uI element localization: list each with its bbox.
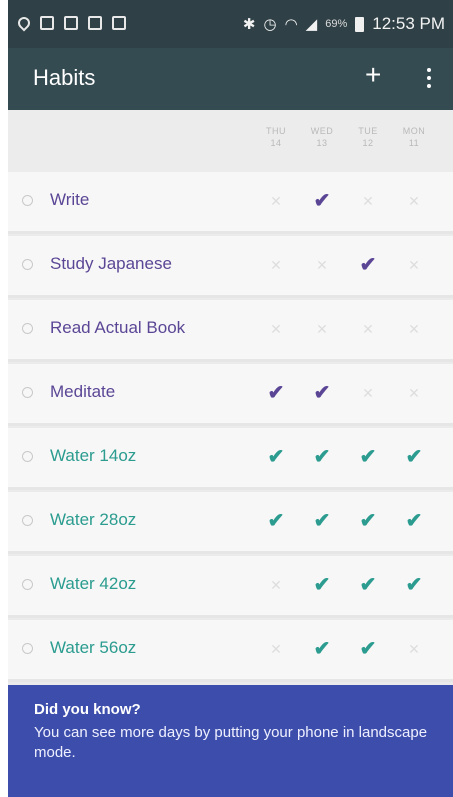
habit-name[interactable]: Water 56oz bbox=[50, 638, 136, 658]
battery-icon bbox=[355, 16, 365, 32]
phone-screen: ✱ ◷ ◠ ◢ 69% 12:53 PM Habits + THU 14 WED 13… bbox=[8, 0, 453, 797]
check-icon[interactable]: ✔ bbox=[300, 381, 344, 405]
habit-score-ring-icon bbox=[22, 259, 33, 270]
check-icon[interactable]: ✔ bbox=[346, 509, 390, 533]
cross-icon[interactable]: ✕ bbox=[254, 573, 298, 597]
habit-row[interactable]: Meditate ✔ ✔ ✕ ✕ bbox=[8, 364, 453, 426]
habit-score-ring-icon bbox=[22, 515, 33, 526]
habit-score-ring-icon bbox=[22, 579, 33, 590]
day-date: 13 bbox=[316, 138, 328, 148]
habit-score-ring-icon bbox=[22, 195, 33, 206]
check-icon[interactable]: ✔ bbox=[254, 445, 298, 469]
habit-row[interactable]: Write ✕ ✔ ✕ ✕ bbox=[8, 172, 453, 234]
wifi-icon: ◠ bbox=[284, 16, 298, 33]
habit-score-ring-icon bbox=[22, 387, 33, 398]
tip-body: You can see more days by putting your ph… bbox=[34, 724, 428, 761]
day-date: 12 bbox=[362, 138, 374, 148]
cross-icon[interactable]: ✕ bbox=[392, 381, 436, 405]
habit-name[interactable]: Water 42oz bbox=[50, 574, 136, 594]
day-date: 14 bbox=[270, 138, 282, 148]
battery-percent: 69% bbox=[325, 18, 348, 30]
check-icon[interactable]: ✔ bbox=[254, 509, 298, 533]
app-icon bbox=[112, 16, 126, 30]
cross-icon[interactable]: ✕ bbox=[346, 317, 390, 341]
notification-icons bbox=[15, 14, 126, 32]
check-icon[interactable]: ✔ bbox=[346, 637, 390, 661]
check-icon[interactable]: ✔ bbox=[300, 445, 344, 469]
habit-name[interactable]: Water 14oz bbox=[50, 446, 136, 466]
cross-icon[interactable]: ✕ bbox=[392, 189, 436, 213]
check-icon[interactable]: ✔ bbox=[300, 509, 344, 533]
check-icon[interactable]: ✔ bbox=[346, 253, 390, 277]
habit-score-ring-icon bbox=[22, 643, 33, 654]
habit-score-ring-icon bbox=[22, 451, 33, 462]
cross-icon[interactable]: ✕ bbox=[392, 253, 436, 277]
habit-row[interactable]: Water 56oz ✕ ✔ ✔ ✕ bbox=[8, 620, 453, 682]
cross-icon[interactable]: ✕ bbox=[254, 253, 298, 277]
cross-icon[interactable]: ✕ bbox=[300, 253, 344, 277]
cross-icon[interactable]: ✕ bbox=[392, 317, 436, 341]
habit-name[interactable]: Study Japanese bbox=[50, 254, 172, 274]
habit-row[interactable]: Water 28oz ✔ ✔ ✔ ✔ bbox=[8, 492, 453, 554]
day-name: MON bbox=[402, 126, 426, 136]
check-icon[interactable]: ✔ bbox=[300, 573, 344, 597]
cross-icon[interactable]: ✕ bbox=[346, 381, 390, 405]
clock: 12:53 PM bbox=[372, 14, 445, 33]
cross-icon[interactable]: ✕ bbox=[254, 317, 298, 341]
check-icon[interactable]: ✔ bbox=[392, 445, 436, 469]
day-date: 11 bbox=[408, 138, 420, 148]
card-icon bbox=[64, 16, 78, 30]
system-icons: ✱ ◷ ◠ ◢ 69% 12:53 PM bbox=[243, 14, 445, 34]
gallery-icon bbox=[88, 16, 102, 30]
habit-name[interactable]: Write bbox=[50, 190, 89, 210]
day-name: TUE bbox=[358, 126, 378, 136]
habit-name[interactable]: Meditate bbox=[50, 382, 115, 402]
habit-row[interactable]: Read Actual Book ✕ ✕ ✕ ✕ bbox=[8, 300, 453, 362]
add-habit-button[interactable]: + bbox=[365, 59, 381, 91]
day-name: THU bbox=[266, 126, 286, 136]
check-icon[interactable]: ✔ bbox=[392, 573, 436, 597]
signal-icon: ◢ bbox=[305, 16, 318, 33]
check-icon[interactable]: ✔ bbox=[300, 189, 344, 213]
alarm-icon: ◷ bbox=[263, 16, 277, 33]
more-vert-icon[interactable] bbox=[426, 68, 432, 88]
check-icon[interactable]: ✔ bbox=[300, 637, 344, 661]
day-column-header: TUE 12 bbox=[346, 125, 390, 149]
check-icon[interactable]: ✔ bbox=[346, 573, 390, 597]
check-icon[interactable]: ✔ bbox=[392, 509, 436, 533]
cross-icon[interactable]: ✕ bbox=[300, 317, 344, 341]
habit-row[interactable]: Study Japanese ✕ ✕ ✔ ✕ bbox=[8, 236, 453, 298]
image-icon bbox=[40, 16, 54, 30]
day-header: THU 14 WED 13 TUE 12 MON 11 bbox=[8, 110, 453, 172]
day-column-header: MON 11 bbox=[392, 125, 436, 149]
habit-score-ring-icon bbox=[22, 323, 33, 334]
status-bar: ✱ ◷ ◠ ◢ 69% 12:53 PM bbox=[8, 0, 453, 48]
tip-card[interactable]: Did you know? You can see more days by p… bbox=[8, 685, 453, 797]
check-icon[interactable]: ✔ bbox=[346, 445, 390, 469]
location-icon bbox=[15, 14, 33, 32]
tip-title: Did you know? bbox=[34, 701, 141, 718]
habit-row[interactable]: Water 42oz ✕ ✔ ✔ ✔ bbox=[8, 556, 453, 618]
habit-row[interactable]: Water 14oz ✔ ✔ ✔ ✔ bbox=[8, 428, 453, 490]
page-title: Habits bbox=[33, 65, 96, 90]
habit-name[interactable]: Read Actual Book bbox=[50, 318, 185, 338]
cross-icon[interactable]: ✕ bbox=[392, 637, 436, 661]
check-icon[interactable]: ✔ bbox=[254, 381, 298, 405]
day-column-header: THU 14 bbox=[254, 125, 298, 149]
cross-icon[interactable]: ✕ bbox=[346, 189, 390, 213]
day-name: WED bbox=[310, 126, 334, 136]
app-toolbar: Habits + bbox=[8, 48, 453, 110]
cross-icon[interactable]: ✕ bbox=[254, 637, 298, 661]
habit-name[interactable]: Water 28oz bbox=[50, 510, 136, 530]
day-column-header: WED 13 bbox=[300, 125, 344, 149]
bluetooth-icon: ✱ bbox=[242, 16, 256, 33]
cross-icon[interactable]: ✕ bbox=[254, 189, 298, 213]
